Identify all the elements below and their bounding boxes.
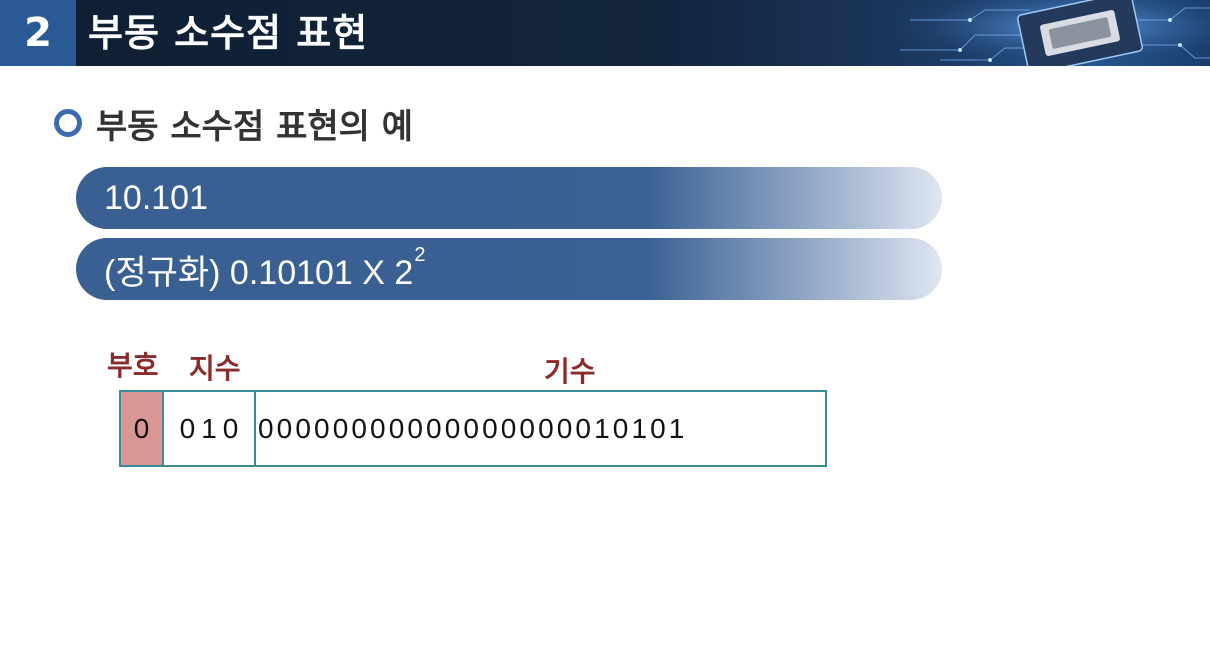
bullet-ring-icon: [54, 109, 82, 137]
normalized-value-text: (정규화) 0.10101 X 2: [104, 253, 414, 292]
binary-value-pill: 10.101: [76, 167, 942, 229]
subheading-title: 부동 소수점 표현의 예: [96, 106, 414, 147]
exponent-bits-cell: 010: [164, 392, 256, 465]
normalized-exponent: 2: [414, 243, 426, 266]
sign-label: 부호: [107, 349, 159, 382]
mantissa-label: 기수: [544, 355, 596, 388]
page-title: 부동 소수점 표현: [88, 11, 369, 55]
section-number: 2: [0, 0, 76, 66]
subheading: 부동 소수점 표현의 예: [54, 100, 414, 147]
mantissa-bits-cell: 00000000000000000010101: [258, 412, 688, 444]
binary-value-text: 10.101: [104, 178, 208, 217]
header-bar: 2 부동 소수점 표현: [0, 0, 1210, 66]
sign-bit-cell: 0: [121, 392, 164, 465]
normalized-value-pill: (정규화) 0.10101 X 22: [76, 238, 942, 300]
exponent-label: 지수: [189, 352, 241, 385]
circuit-chip-image: [880, 0, 1210, 66]
bit-layout-box: 0 010 00000000000000000010101: [119, 390, 827, 467]
